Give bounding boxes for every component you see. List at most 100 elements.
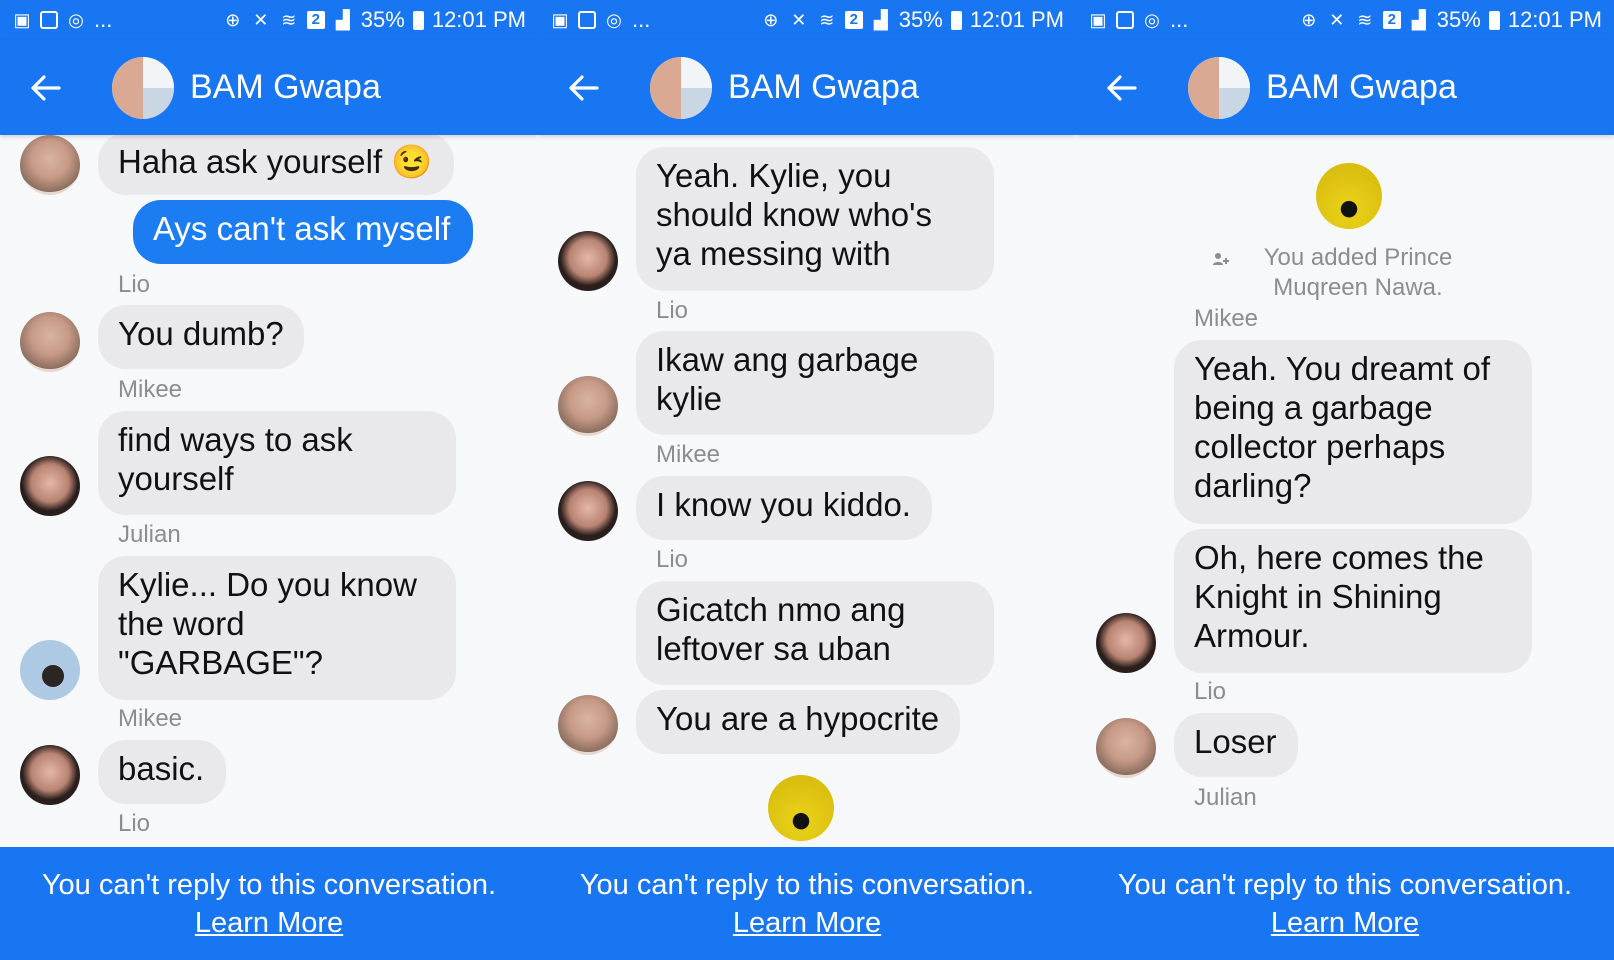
message-bubble[interactable]: Oh, here comes the Knight in Shining Arm… bbox=[1174, 529, 1532, 673]
signal-icon: ▟ bbox=[335, 10, 350, 30]
sender-name: Lio bbox=[118, 810, 151, 837]
conversation-title[interactable]: BAM Gwapa bbox=[190, 68, 381, 107]
message-bubble[interactable]: Yeah. Kylie, you should know who's ya me… bbox=[636, 147, 994, 291]
sender-name: Mikee bbox=[118, 376, 183, 403]
add-person-icon bbox=[1213, 253, 1229, 265]
facebook-icon bbox=[578, 11, 596, 29]
battery-percent: 35% bbox=[360, 7, 405, 32]
cannot-reply-notice: You can't reply to this conversation. bbox=[41, 869, 497, 901]
arrow-left-icon bbox=[31, 74, 61, 101]
mute-icon: ✕ bbox=[253, 10, 269, 30]
more-notifications: ... bbox=[94, 7, 113, 32]
avatar[interactable] bbox=[558, 231, 618, 291]
group-avatar[interactable] bbox=[650, 56, 712, 119]
learn-more-link[interactable]: Learn More bbox=[195, 907, 343, 940]
wifi-icon: ≋ bbox=[281, 10, 297, 30]
back-button[interactable] bbox=[564, 68, 604, 108]
avatar[interactable] bbox=[20, 312, 80, 372]
sim-badge: 2 bbox=[306, 11, 325, 29]
my-message-bubble[interactable]: Ays can't ask myself bbox=[133, 200, 473, 264]
wifi-icon: ≋ bbox=[819, 10, 835, 30]
avatar[interactable] bbox=[20, 640, 80, 700]
message-bubble[interactable]: Kylie... Do you know the word "GARBAGE"? bbox=[98, 556, 456, 700]
group-avatar[interactable] bbox=[112, 56, 174, 119]
avatar[interactable] bbox=[558, 695, 618, 755]
status-bar: ▣ ◎ ... ⊕ ✕ ≋ 2 ▟ 35% 12:01 PM bbox=[0, 0, 538, 40]
message-bubble[interactable]: Yeah. You dreamt of being a garbage coll… bbox=[1174, 340, 1532, 524]
screen-1: ▣ ◎ ... ⊕ ✕ ≋ 2 ▟ 35% 12:01 PM BAM Gwapa bbox=[0, 0, 538, 960]
message-bubble[interactable]: You dumb? bbox=[98, 305, 304, 369]
avatar[interactable] bbox=[20, 135, 80, 195]
message-bubble[interactable]: Loser bbox=[1174, 713, 1298, 777]
battery-icon bbox=[950, 10, 962, 30]
sender-name: Julian bbox=[118, 521, 181, 548]
avatar[interactable] bbox=[20, 456, 80, 516]
avatar[interactable] bbox=[558, 376, 618, 436]
battery-icon bbox=[1488, 10, 1500, 30]
sender-name: Mikee bbox=[656, 441, 721, 468]
back-button[interactable] bbox=[26, 68, 66, 108]
message-list[interactable]: Yeah. Kylie, you should know who's ya me… bbox=[538, 135, 1076, 847]
conversation-header: BAM Gwapa bbox=[538, 40, 1076, 135]
sender-name: Julian bbox=[1194, 784, 1257, 811]
sender-name: Mikee bbox=[118, 705, 183, 732]
conversation-title[interactable]: BAM Gwapa bbox=[1266, 68, 1457, 107]
arrow-left-icon bbox=[569, 74, 599, 101]
battery-percent: 35% bbox=[898, 7, 943, 32]
instagram-icon: ◎ bbox=[606, 10, 622, 30]
message-list[interactable]: Haha ask yourself 😉 Ays can't ask myself… bbox=[0, 135, 538, 847]
message-bubble[interactable]: Haha ask yourself 😉 bbox=[98, 135, 454, 195]
reply-disabled-banner: You can't reply to this conversation. Le… bbox=[1076, 847, 1614, 960]
sender-name: Lio bbox=[1194, 678, 1227, 705]
facebook-icon bbox=[1116, 11, 1134, 29]
avatar[interactable] bbox=[1096, 718, 1156, 778]
message-bubble[interactable]: You are a hypocrite bbox=[636, 690, 960, 754]
learn-more-link[interactable]: Learn More bbox=[1271, 907, 1419, 940]
reply-disabled-banner: You can't reply to this conversation. Le… bbox=[538, 847, 1076, 960]
instagram-icon: ◎ bbox=[1144, 10, 1160, 30]
signal-icon: ▟ bbox=[873, 10, 888, 30]
sim-badge: 2 bbox=[844, 11, 863, 29]
back-button[interactable] bbox=[1102, 68, 1142, 108]
sender-name: Lio bbox=[656, 546, 689, 573]
signal-icon: ▟ bbox=[1411, 10, 1426, 30]
clock: 12:01 PM bbox=[969, 7, 1064, 32]
group-avatar[interactable] bbox=[1188, 56, 1250, 119]
screens-container: ▣ ◎ ... ⊕ ✕ ≋ 2 ▟ 35% 12:01 PM BAM Gwapa bbox=[0, 0, 1614, 960]
new-member-avatar[interactable] bbox=[768, 775, 834, 841]
battery-icon bbox=[412, 10, 424, 30]
message-bubble[interactable]: Ikaw ang garbage kylie bbox=[636, 331, 994, 435]
learn-more-link[interactable]: Learn More bbox=[733, 907, 881, 940]
clock: 12:01 PM bbox=[1507, 7, 1602, 32]
screen-3: ▣ ◎ ... ⊕ ✕ ≋ 2 ▟ 35% 12:01 PM BAM Gwapa bbox=[1076, 0, 1614, 960]
new-member-avatar[interactable] bbox=[1316, 163, 1382, 229]
message-bubble[interactable]: find ways to ask yourself bbox=[98, 411, 456, 515]
avatar[interactable] bbox=[1096, 613, 1156, 673]
gallery-icon: ▣ bbox=[1089, 10, 1107, 30]
conversation-header: BAM Gwapa bbox=[1076, 40, 1614, 135]
gallery-icon: ▣ bbox=[13, 10, 31, 30]
status-bar: ▣ ◎ ... ⊕ ✕ ≋ 2 ▟ 35% 12:01 PM bbox=[1076, 0, 1614, 40]
conversation-title[interactable]: BAM Gwapa bbox=[728, 68, 919, 107]
sender-name: Mikee bbox=[1194, 305, 1259, 332]
mute-icon: ✕ bbox=[1329, 10, 1345, 30]
system-message: You added Prince Muqreen Nawa. bbox=[1076, 243, 1614, 303]
avatar[interactable] bbox=[558, 481, 618, 541]
message-bubble[interactable]: I know you kiddo. bbox=[636, 476, 932, 540]
arrow-left-icon bbox=[1107, 74, 1137, 101]
facebook-icon bbox=[40, 11, 58, 29]
avatar[interactable] bbox=[20, 745, 80, 805]
message-bubble[interactable]: basic. bbox=[98, 740, 226, 804]
more-notifications: ... bbox=[1170, 7, 1189, 32]
message-bubble[interactable]: Gicatch nmo ang leftover sa uban bbox=[636, 581, 994, 685]
gallery-icon: ▣ bbox=[551, 10, 569, 30]
sender-name: Lio bbox=[656, 297, 689, 324]
instagram-icon: ◎ bbox=[68, 10, 84, 30]
reply-disabled-banner: You can't reply to this conversation. Le… bbox=[0, 847, 538, 960]
mute-icon: ✕ bbox=[791, 10, 807, 30]
message-list[interactable]: You added Prince Muqreen Nawa. Mikee Yea… bbox=[1076, 135, 1614, 847]
clock: 12:01 PM bbox=[431, 7, 526, 32]
wifi-icon: ≋ bbox=[1357, 10, 1373, 30]
battery-percent: 35% bbox=[1436, 7, 1481, 32]
cannot-reply-notice: You can't reply to this conversation. bbox=[1117, 869, 1573, 901]
